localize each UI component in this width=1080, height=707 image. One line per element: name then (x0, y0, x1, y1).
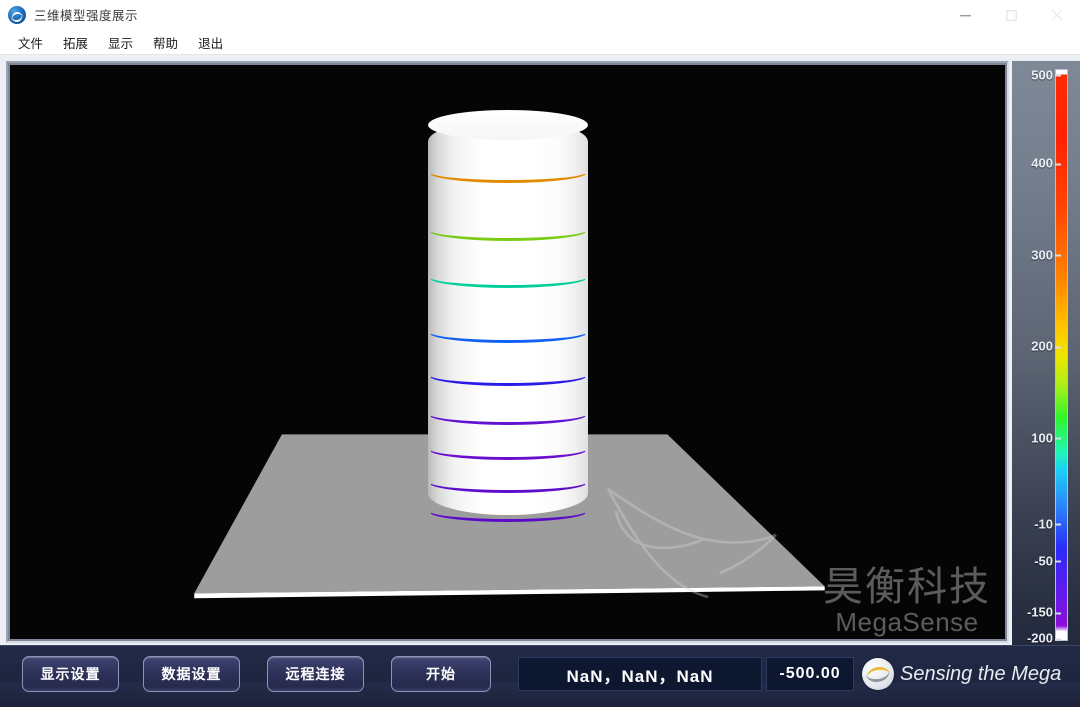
megasense-logo-icon (862, 658, 894, 690)
watermark-english: MegaSense (835, 607, 979, 637)
viewport-frame: 昊衡科技 MegaSense (6, 61, 1009, 643)
cylinder-top-cap (428, 110, 588, 140)
maximize-button[interactable] (988, 0, 1034, 30)
window-controls (942, 0, 1080, 30)
remote-connection-button[interactable]: 远程连接 (267, 656, 364, 692)
close-button[interactable] (1034, 0, 1080, 30)
watermark-text: 昊衡科技 MegaSense (823, 567, 991, 635)
model-3d-viewport[interactable]: 昊衡科技 MegaSense (10, 65, 1005, 639)
data-settings-button[interactable]: 数据设置 (143, 656, 240, 692)
watermark-chinese: 昊衡科技 (823, 564, 991, 610)
contour-ring (428, 364, 588, 386)
menu-bar: 文件 拓展 显示 帮助 退出 (0, 30, 1080, 55)
title-bar: 三维模型强度展示 (0, 0, 1080, 30)
start-button[interactable]: 开始 (391, 656, 491, 692)
coordinate-readout: NaN，NaN，NaN (518, 657, 762, 691)
menu-item-help[interactable]: 帮助 (143, 30, 188, 55)
minimize-button[interactable] (942, 0, 988, 30)
colorbar-tick-labels: 500 400 300 200 100 -10 -50 -150 -200 (1012, 61, 1080, 707)
bird-swoosh-watermark-icon (606, 487, 777, 599)
colorbar-panel: 500 400 300 200 100 -10 -50 -150 -200 (1012, 61, 1080, 707)
colorbar-tick: 200 (1031, 338, 1061, 354)
brand-logo: MegaSense Sensing the Mega (862, 658, 1061, 690)
application-window: 三维模型强度展示 文件 拓展 显示 帮助 退出 昊衡科技 MegaSense 5… (0, 0, 1080, 707)
display-settings-button[interactable]: 显示设置 (22, 656, 119, 692)
main-content: 昊衡科技 MegaSense 500 400 300 200 100 -10 -… (0, 56, 1080, 707)
contour-ring (428, 321, 588, 343)
window-title: 三维模型强度展示 (34, 8, 139, 23)
colorbar-tick: 300 (1031, 247, 1061, 263)
colorbar-tick: 400 (1031, 155, 1061, 171)
contour-ring (428, 403, 588, 425)
brand-tagline: Sensing the Mega (900, 662, 1062, 685)
menu-item-extend[interactable]: 拓展 (53, 30, 98, 55)
contour-ring (428, 438, 588, 460)
colorbar-tick: -200 (1026, 630, 1062, 646)
bottom-toolbar: 显示设置 数据设置 远程连接 开始 NaN，NaN，NaN -500.00 Me… (0, 645, 1080, 707)
contour-ring (428, 471, 588, 493)
menu-item-file[interactable]: 文件 (8, 30, 53, 55)
colorbar-tick: -10 (1034, 516, 1061, 532)
contour-ring (428, 500, 588, 523)
colorbar-tick: 500 (1031, 67, 1061, 83)
colorbar-tick: -50 (1034, 553, 1061, 569)
contour-ring (428, 161, 588, 183)
cylinder-model (428, 110, 588, 523)
menu-item-exit[interactable]: 退出 (188, 30, 233, 55)
app-logo-icon (8, 5, 26, 24)
colorbar-tick: 100 (1031, 430, 1061, 446)
value-readout: -500.00 (766, 657, 854, 691)
menu-item-display[interactable]: 显示 (98, 30, 143, 55)
colorbar-tick: -150 (1026, 604, 1062, 620)
